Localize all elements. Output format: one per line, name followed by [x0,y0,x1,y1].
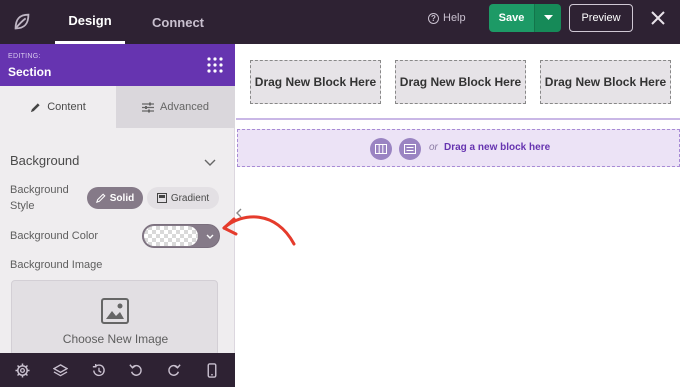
save-button-group: Save [489,4,561,32]
question-icon: ? [428,12,439,24]
save-options-button[interactable] [534,4,561,32]
tab-connect[interactable]: Connect [142,0,214,44]
sidebar-header: EDITING: Section [0,44,235,86]
tab-design[interactable]: Design [55,0,125,44]
transparent-swatch[interactable] [144,226,198,246]
gear-icon[interactable] [14,361,32,379]
section-divider [236,118,680,120]
section-title: Section [8,65,52,79]
undo-icon[interactable] [127,361,145,379]
tab-advanced[interactable]: Advanced [116,86,235,128]
top-toolbar: Design Connect ? Help Save Preview [0,0,680,44]
history-icon[interactable] [90,361,108,379]
tab-advanced-label: Advanced [160,101,209,113]
preview-button[interactable]: Preview [569,4,633,32]
drag-new-block-link[interactable]: Drag a new block here [444,142,550,153]
sidebar-panel: EDITING: Section Content Advanced Backgr… [0,44,235,387]
sidebar-footer-toolbar [0,353,235,387]
solid-style-button[interactable]: Solid [87,187,143,209]
redo-icon[interactable] [165,361,183,379]
or-text: or [429,142,438,153]
layers-icon[interactable] [52,361,70,379]
save-button[interactable]: Save [489,4,534,32]
tab-content-label: Content [47,101,86,113]
section-template-icon[interactable] [399,138,421,160]
drag-block-placeholder[interactable]: Drag New Block Here [540,60,671,104]
close-icon[interactable] [648,8,668,28]
choose-image-label: Choose New Image [62,332,169,346]
grid-dots-icon[interactable] [207,57,223,78]
sidebar-tabs: Content Advanced [0,86,235,128]
pencil-icon [31,102,40,112]
gradient-label: Gradient [170,192,210,204]
background-style-label: Background Style [10,184,69,212]
sliders-icon [142,102,155,112]
solid-label: Solid [109,192,135,204]
caret-down-icon [543,15,553,20]
section-row: Drag New Block Here Drag New Block Here … [236,46,680,118]
editing-label: EDITING: [8,53,41,60]
mobile-preview-icon[interactable] [203,361,221,379]
background-image-label: Background Image [10,259,103,271]
annotation-arrow-icon [222,215,296,246]
columns-icon[interactable] [370,138,392,160]
chevron-down-icon[interactable] [204,154,216,172]
help-link[interactable]: ? Help [428,0,466,36]
gradient-icon [156,193,167,203]
drag-block-placeholder[interactable]: Drag New Block Here [395,60,526,104]
image-icon [101,298,129,329]
brush-icon [95,193,106,203]
background-section-title[interactable]: Background [10,153,79,168]
background-color-label: Background Color [10,230,99,242]
gradient-style-button[interactable]: Gradient [147,187,219,209]
seedprod-leaf-icon[interactable] [0,0,44,44]
chevron-down-icon[interactable] [200,225,219,247]
drag-block-placeholder[interactable]: Drag New Block Here [250,60,381,104]
tab-content[interactable]: Content [0,86,116,128]
help-label: Help [443,12,466,24]
choose-image-dropzone[interactable]: Choose New Image [11,280,218,356]
background-color-picker[interactable] [142,224,220,248]
new-row-dropzone[interactable]: or Drag a new block here [237,129,680,167]
